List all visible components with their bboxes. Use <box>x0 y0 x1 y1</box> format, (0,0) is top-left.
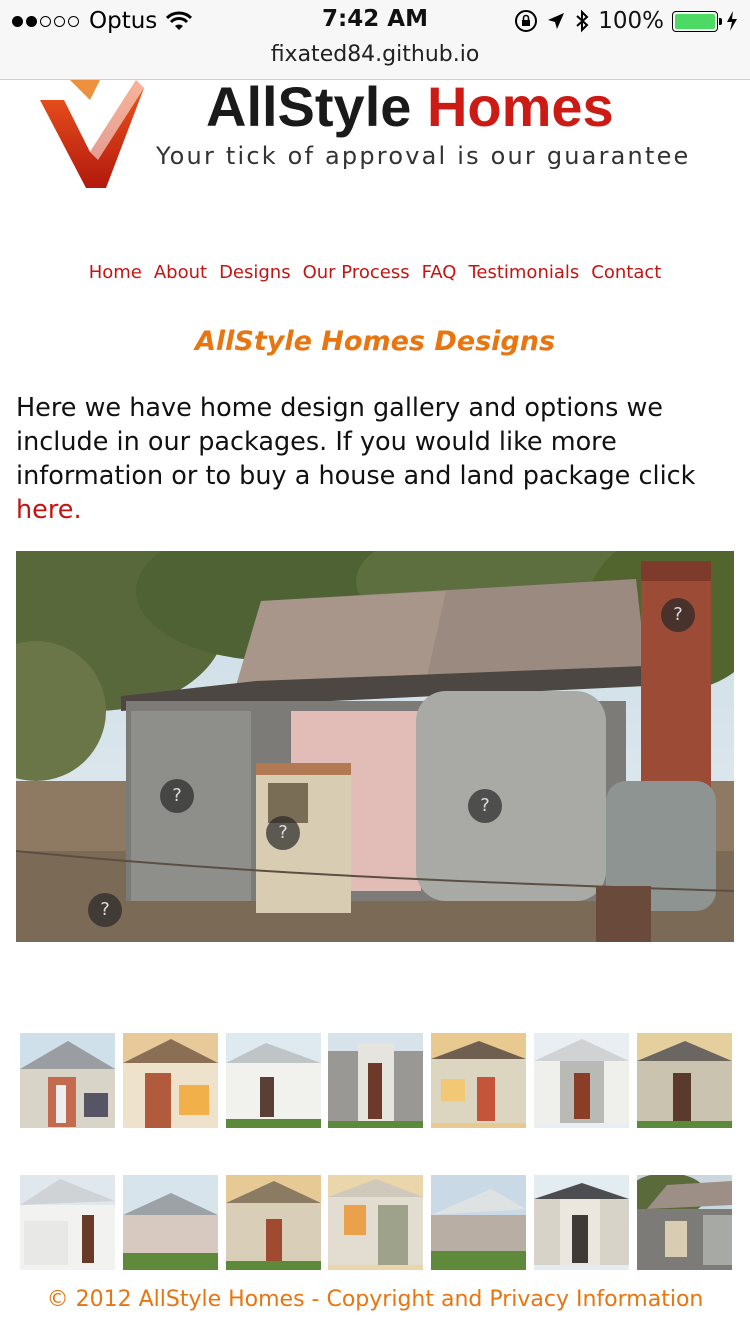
page-title: AllStyle Homes Designs <box>194 326 556 357</box>
gallery-thumbnail[interactable] <box>636 1033 732 1128</box>
gallery-thumbnail[interactable] <box>122 1175 218 1270</box>
battery-icon <box>672 10 722 32</box>
hotspot-marker[interactable]: ? <box>661 598 695 632</box>
logo-text-allstyle: AllStyle <box>206 75 412 138</box>
logo-text: AllStyle Homes <box>206 74 614 139</box>
nav-testimonials[interactable]: Testimonials <box>468 262 579 283</box>
gallery-thumbnail[interactable] <box>122 1033 218 1128</box>
address-bar-url[interactable]: fixated84.github.io <box>0 42 750 67</box>
main-nav: Home About Designs Our Process FAQ Testimonia… <box>0 262 750 283</box>
gallery-main-image[interactable]: ? ? ? ? ? <box>16 551 734 942</box>
logo-tagline: Your tick of approval is our guarantee <box>156 142 691 170</box>
hotspot-marker[interactable]: ? <box>88 893 122 927</box>
logo-text-homes: Homes <box>426 75 614 138</box>
site-logo[interactable]: AllStyle Homes Your tick of approval is … <box>0 75 750 200</box>
intro-here-link[interactable]: here. <box>16 495 82 525</box>
intro-text: Here we have home design gallery and opt… <box>16 393 696 491</box>
hotspot-marker[interactable]: ? <box>468 789 502 823</box>
tick-logo-icon <box>40 80 144 188</box>
orientation-lock-icon <box>515 10 538 32</box>
hotspot-marker[interactable]: ? <box>160 779 194 813</box>
nav-home[interactable]: Home <box>89 262 142 283</box>
status-right: 100% <box>506 8 738 34</box>
footer-copyright[interactable]: © 2012 AllStyle Homes - Copyright and Pr… <box>0 1287 750 1312</box>
nav-contact[interactable]: Contact <box>591 262 661 283</box>
gallery-thumbnail[interactable] <box>328 1175 424 1270</box>
thumbnail-row <box>20 1175 732 1270</box>
gallery-thumbnail[interactable] <box>20 1033 115 1128</box>
intro-paragraph: Here we have home design gallery and opt… <box>16 391 736 527</box>
battery-percent: 100% <box>598 8 664 34</box>
nav-about[interactable]: About <box>154 262 207 283</box>
gallery-thumbnail[interactable] <box>636 1175 732 1270</box>
hotspot-marker[interactable]: ? <box>266 816 300 850</box>
status-bar: Optus 7:42 AM 100% fixated84.github.io <box>0 0 750 80</box>
nav-our-process[interactable]: Our Process <box>303 262 410 283</box>
charging-bolt-icon <box>727 11 737 31</box>
nav-designs[interactable]: Designs <box>219 262 291 283</box>
gallery-thumbnail[interactable] <box>225 1033 321 1128</box>
gallery-thumbnail[interactable] <box>431 1033 527 1128</box>
thumbnail-row <box>20 1033 732 1128</box>
location-arrow-icon <box>548 13 565 29</box>
gallery-thumbnail[interactable] <box>431 1175 527 1270</box>
gallery-thumbnail[interactable] <box>534 1033 630 1128</box>
gallery-thumbnail[interactable] <box>534 1175 630 1270</box>
gallery-thumbnail[interactable] <box>225 1175 321 1270</box>
shed-photo <box>16 551 734 942</box>
bluetooth-icon <box>576 9 589 33</box>
gallery-thumbnail[interactable] <box>20 1175 115 1270</box>
nav-faq[interactable]: FAQ <box>422 262 457 283</box>
gallery-thumbnail[interactable] <box>328 1033 424 1128</box>
